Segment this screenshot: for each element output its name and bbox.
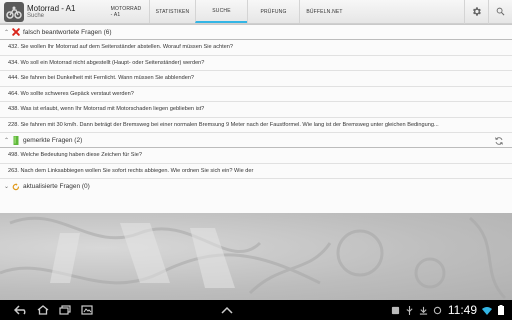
list-item[interactable]: 263. Nach dem Linksabbiegen wollen Sie s…: [0, 163, 512, 179]
sync-icon[interactable]: [494, 136, 504, 146]
screenshot-button[interactable]: [76, 300, 98, 320]
clock[interactable]: 11:49: [448, 303, 477, 317]
gear-icon: [473, 7, 481, 16]
list-item[interactable]: 432. Sie wollen Ihr Motorrad auf dem Sei…: [0, 40, 512, 56]
action-bar: Motorrad - A1 Suche MOTORRAD - A1 STATIS…: [0, 0, 512, 24]
list-item[interactable]: 498. Welche Bedeutung haben diese Zeiche…: [0, 148, 512, 164]
chevron-up-icon[interactable]: ⌃: [4, 137, 12, 144]
chevron-down-icon[interactable]: ⌄: [4, 183, 12, 190]
tab-pruefung[interactable]: PRÜFUNG: [247, 0, 299, 23]
list-item[interactable]: 438. Was ist erlaubt, wenn Ihr Motorrad …: [0, 102, 512, 118]
section-wrong-header[interactable]: ⌃ falsch beantwortete Fragen (6): [0, 25, 512, 40]
app-logo-icon[interactable]: [4, 2, 24, 22]
tab-bar: MOTORRAD - A1 STATISTIKEN SUCHE PRÜFUNG …: [103, 0, 349, 23]
menu-up-button[interactable]: [216, 300, 238, 320]
back-icon: [14, 305, 26, 315]
app-subtitle: Suche: [27, 12, 45, 19]
wifi-icon: [482, 305, 492, 315]
battery-icon: [496, 305, 506, 315]
tab-motorrad[interactable]: MOTORRAD - A1: [103, 0, 149, 23]
tab-suche[interactable]: SUCHE: [195, 0, 247, 23]
settings-button[interactable]: [464, 0, 488, 24]
section-marked-title: gemerkte Fragen (2): [23, 136, 83, 144]
home-icon: [37, 305, 49, 315]
search-icon: [496, 7, 505, 16]
app-title: Motorrad - A1: [27, 3, 76, 13]
back-button[interactable]: [10, 300, 32, 320]
wallpaper: [0, 213, 512, 300]
section-updated-title: aktualisierte Fragen (0): [23, 183, 90, 190]
recent-apps-button[interactable]: [54, 300, 76, 320]
screenshot-icon: [81, 305, 93, 315]
refresh-orange-icon: [12, 182, 20, 191]
section-marked-header[interactable]: ⌃ gemerkte Fragen (2): [0, 133, 512, 148]
download-icon: [419, 305, 429, 315]
usb-icon: [405, 305, 415, 315]
tab-bueffeln[interactable]: BÜFFELN.NET: [299, 0, 349, 23]
green-bookmark-icon: [12, 135, 20, 145]
list-item[interactable]: 228. Sie fahren mit 30 km/h. Dann beträg…: [0, 117, 512, 133]
app-title-block: Motorrad - A1 Suche: [27, 0, 79, 23]
chevron-up-icon[interactable]: ⌃: [4, 29, 12, 36]
list-item[interactable]: 464. Wo sollte schweres Gepäck verstaut …: [0, 86, 512, 102]
home-button[interactable]: [32, 300, 54, 320]
red-x-icon: [12, 28, 20, 36]
search-button[interactable]: [488, 0, 512, 24]
tab-statistiken[interactable]: STATISTIKEN: [149, 0, 195, 23]
system-bar: 11:49: [0, 300, 512, 320]
chevron-up-icon: [221, 306, 233, 314]
list-item[interactable]: 444. Sie fahren bei Dunkelheit mit Fernl…: [0, 71, 512, 87]
question-list: ⌃ falsch beantwortete Fragen (6) 432. Si…: [0, 25, 512, 213]
list-item[interactable]: 434. Wo soll ein Motorrad nicht abgestel…: [0, 55, 512, 71]
section-wrong-title: falsch beantwortete Fragen (6): [23, 28, 112, 36]
sync-status-icon: [433, 305, 443, 315]
recent-apps-icon: [59, 305, 71, 315]
notification-icon[interactable]: [391, 305, 401, 315]
section-updated-header[interactable]: ⌄ aktualisierte Fragen (0): [0, 179, 512, 194]
